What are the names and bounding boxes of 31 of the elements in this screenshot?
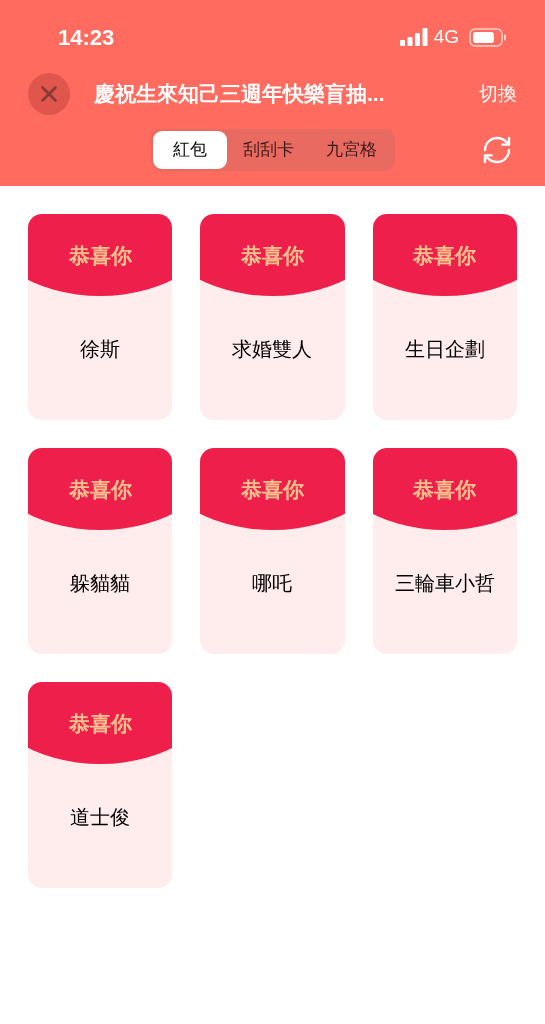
- prize-card[interactable]: 恭喜你 求婚雙人: [200, 214, 345, 420]
- card-header-text: 恭喜你: [68, 711, 132, 734]
- prize-card[interactable]: 恭喜你 哪吒: [200, 448, 345, 654]
- prize-card[interactable]: 恭喜你 徐斯: [28, 214, 173, 420]
- prize-name: 生日企劃: [404, 337, 485, 361]
- prize-name: 躲貓貓: [70, 571, 131, 595]
- prize-name: 求婚雙人: [232, 337, 313, 361]
- battery-icon: [469, 27, 507, 47]
- prize-name: 三輪車小哲: [394, 571, 495, 595]
- card-header-text: 恭喜你: [241, 243, 304, 266]
- prize-name: 哪吒: [252, 571, 293, 595]
- refresh-icon[interactable]: [481, 134, 513, 166]
- card-header-text: 恭喜你: [241, 477, 304, 500]
- status-time: 14:23: [58, 23, 115, 52]
- card-header-text: 恭喜你: [413, 477, 477, 500]
- tab[interactable]: 紅包: [152, 131, 227, 169]
- prize-name: 徐斯: [80, 337, 121, 361]
- page-title: 慶祝生來知己三週年快樂盲抽...: [94, 81, 385, 108]
- network-label: 4G: [433, 24, 459, 49]
- prize-card[interactable]: 恭喜你 道士俊: [28, 682, 173, 888]
- close-button[interactable]: [28, 73, 70, 115]
- card-header-text: 恭喜你: [413, 243, 477, 266]
- prize-card[interactable]: 恭喜你 躲貓貓: [28, 448, 173, 654]
- prize-card[interactable]: 恭喜你 生日企劃: [372, 214, 517, 420]
- prize-card[interactable]: 恭喜你 三輪車小哲: [372, 448, 517, 654]
- signal-icon: [399, 28, 428, 46]
- card-header-text: 恭喜你: [68, 477, 132, 500]
- tab[interactable]: 刮刮卡: [226, 131, 310, 169]
- card-header-text: 恭喜你: [68, 243, 132, 266]
- prize-name: 道士俊: [70, 805, 131, 829]
- tab[interactable]: 九宮格: [309, 131, 393, 169]
